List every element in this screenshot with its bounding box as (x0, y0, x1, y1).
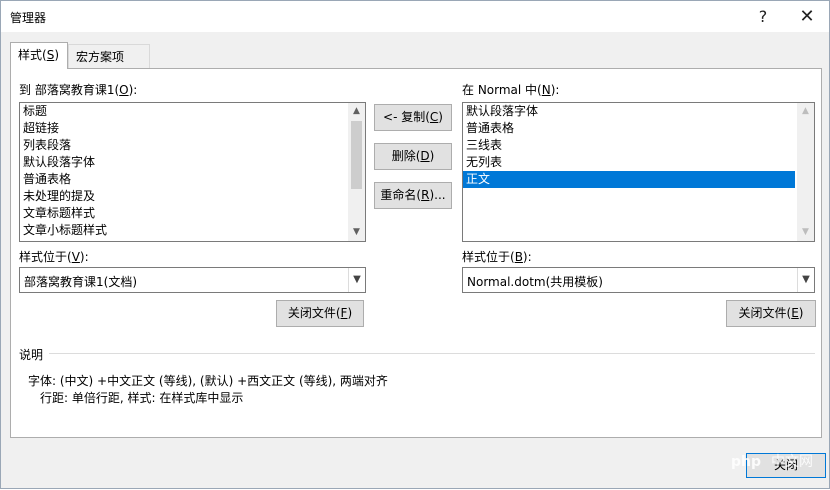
list-item[interactable]: 普通表格 (20, 171, 365, 188)
list-item[interactable]: 默认段落字体 (463, 103, 814, 120)
tab-macro-project-items[interactable]: 宏方案项(M) (68, 44, 150, 88)
svg-text:中文网: 中文网 (771, 454, 813, 470)
scroll-down-arrow-icon[interactable]: ▼ (348, 224, 365, 241)
left-location-value: 部落窝教育课1(文档) (24, 275, 137, 289)
list-item[interactable]: 超链接 (20, 120, 365, 137)
left-location-label: 样式位于(V): (19, 250, 89, 264)
left-close-file-button[interactable]: 关闭文件(F) (276, 300, 364, 327)
scroll-thumb[interactable] (351, 121, 362, 189)
chevron-down-icon[interactable]: ▼ (797, 268, 814, 292)
right-close-file-button[interactable]: 关闭文件(E) (726, 300, 816, 327)
left-list-scrollbar[interactable]: ▲ ▼ (348, 103, 365, 241)
list-item[interactable]: 普通表格 (463, 120, 814, 137)
description-heading: 说明 (19, 348, 44, 362)
styles-panel: 到 部落窝教育课1(O): 标题 超链接 列表段落 默认段落字体 普通表格 未处… (10, 68, 822, 438)
list-item[interactable]: 标题 (20, 103, 365, 120)
delete-button[interactable]: 删除(D) (374, 143, 452, 170)
svg-text:php: php (731, 454, 761, 470)
scroll-up-arrow-icon[interactable]: ▲ (797, 103, 814, 120)
help-button[interactable]: ? (741, 1, 785, 32)
right-list-label: 在 Normal 中(N): (462, 83, 560, 97)
list-item[interactable]: 列表段落 (20, 137, 365, 154)
list-item[interactable]: 文章小标题样式 (20, 222, 365, 239)
title-bar: 管理器 ? ✕ (1, 1, 829, 32)
tab-styles-label: 样式( (18, 48, 47, 62)
left-location-select[interactable]: 部落窝教育课1(文档) ▼ (19, 267, 366, 293)
right-location-select[interactable]: Normal.dotm(共用模板) ▼ (462, 267, 815, 293)
close-window-button[interactable]: ✕ (785, 1, 829, 32)
list-item[interactable]: 未处理的提及 (20, 188, 365, 205)
right-list-scrollbar[interactable]: ▲ ▼ (797, 103, 814, 241)
left-list-label: 到 部落窝教育课1(O): (19, 83, 138, 97)
chevron-down-icon[interactable]: ▼ (348, 268, 365, 292)
php-watermark-logo: php 中文网 (731, 454, 813, 470)
copy-button[interactable]: <- 复制(C) (374, 104, 452, 131)
manager-dialog: 管理器 ? ✕ 样式(S) 宏方案项(M) 到 部落窝教育课1(O): 标题 超… (0, 0, 830, 489)
description-divider (49, 353, 815, 354)
tab-styles[interactable]: 样式(S) (10, 42, 68, 69)
right-styles-list[interactable]: 默认段落字体 普通表格 三线表 无列表 正文 ▲ ▼ (462, 102, 815, 242)
list-item[interactable]: 文章标题样式 (20, 205, 365, 222)
window-title: 管理器 (10, 11, 47, 25)
list-item[interactable]: 无列表 (463, 154, 814, 171)
list-item[interactable]: 默认段落字体 (20, 154, 365, 171)
tab-styles-tail: ) (54, 48, 59, 62)
list-item[interactable]: 三线表 (463, 137, 814, 154)
left-styles-list[interactable]: 标题 超链接 列表段落 默认段落字体 普通表格 未处理的提及 文章标题样式 文章… (19, 102, 366, 242)
right-location-value: Normal.dotm(共用模板) (467, 275, 603, 289)
description-line-2: 行距: 单倍行距, 样式: 在样式库中显示 (40, 391, 244, 405)
rename-button[interactable]: 重命名(R)... (374, 182, 452, 209)
description-line-1: 字体: (中文) +中文正文 (等线), (默认) +西文正文 (等线), 两端… (28, 374, 388, 388)
scroll-up-arrow-icon[interactable]: ▲ (348, 103, 365, 120)
list-item-selected[interactable]: 正文 (463, 171, 795, 188)
right-location-label: 样式位于(B): (462, 250, 532, 264)
scroll-down-arrow-icon[interactable]: ▼ (797, 224, 814, 241)
